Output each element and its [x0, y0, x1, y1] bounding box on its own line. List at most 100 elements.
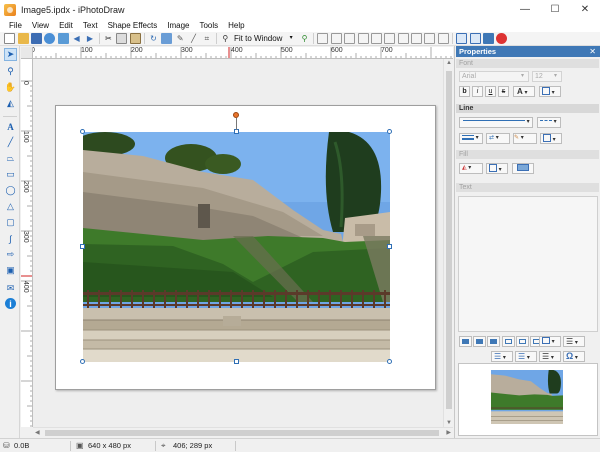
text-align-middle-center-icon[interactable]: [516, 336, 529, 347]
bold-button[interactable]: b: [459, 86, 470, 97]
menu-shape-effects[interactable]: Shape Effects: [103, 19, 163, 32]
font-color-dropdown[interactable]: A ▾: [513, 86, 535, 97]
preview-panel[interactable]: [458, 363, 598, 436]
scroll-up-icon[interactable]: ▲: [446, 60, 452, 66]
image-tool-icon[interactable]: ▣: [4, 264, 17, 277]
scroll-right-icon[interactable]: ▶: [446, 429, 451, 436]
text-frame-dropdown[interactable]: ▾: [539, 336, 561, 347]
drawing-canvas[interactable]: [33, 59, 453, 427]
rectangle-tool-icon[interactable]: ▭: [4, 168, 17, 181]
distribute-v-icon[interactable]: [411, 33, 423, 44]
align-bottom-icon[interactable]: [384, 33, 396, 44]
text-align-middle-left-icon[interactable]: [502, 336, 515, 347]
distribute-h-icon[interactable]: [397, 33, 409, 44]
resize-handle-right[interactable]: [387, 244, 392, 249]
line-dash-dropdown[interactable]: ▾: [537, 117, 561, 128]
resize-handle-top-left[interactable]: [80, 129, 85, 134]
flip-icon[interactable]: [161, 33, 173, 44]
vertical-scrollbar[interactable]: ▲ ▼: [443, 59, 453, 427]
delete-icon[interactable]: [496, 33, 508, 44]
rotation-handle[interactable]: [233, 112, 239, 118]
window-icon[interactable]: [482, 33, 494, 44]
brush-icon[interactable]: ╱: [188, 33, 199, 44]
curve-tool-icon[interactable]: ∫: [4, 232, 17, 245]
maximize-button[interactable]: ☐: [540, 0, 570, 19]
fill-pattern-dropdown[interactable]: ▾: [486, 163, 508, 174]
line-color-dropdown[interactable]: ✎ ▾: [513, 133, 537, 144]
ungroup-icon[interactable]: [469, 33, 481, 44]
menu-help[interactable]: Help: [223, 19, 249, 32]
rotate-icon[interactable]: ↻: [148, 33, 159, 44]
text-content-area[interactable]: [458, 196, 598, 332]
copy-icon[interactable]: [116, 33, 128, 44]
font-name-select[interactable]: Arial: [459, 71, 529, 82]
menu-file[interactable]: File: [4, 19, 27, 32]
font-size-select[interactable]: 12: [532, 71, 562, 82]
edit-icon[interactable]: ✎: [175, 33, 186, 44]
line-spacing-dropdown[interactable]: ☰ ▾: [491, 351, 513, 362]
text-align-top-left-icon[interactable]: [459, 336, 472, 347]
vertical-scroll-thumb[interactable]: [446, 71, 452, 409]
align-right-icon[interactable]: [344, 33, 356, 44]
menu-tools[interactable]: Tools: [194, 19, 223, 32]
resize-handle-left[interactable]: [80, 244, 85, 249]
text-list-dropdown[interactable]: ☰ ▾: [563, 336, 585, 347]
underline-button[interactable]: u: [485, 86, 496, 97]
horizontal-scrollbar[interactable]: ◀ ▶: [33, 427, 453, 437]
line-tool-icon[interactable]: ╱: [4, 136, 17, 149]
ellipse-tool-icon[interactable]: ◯: [4, 184, 17, 197]
resize-handle-bottom-left[interactable]: [80, 359, 85, 364]
align-center-icon[interactable]: [330, 33, 342, 44]
align-left-icon[interactable]: [317, 33, 329, 44]
text-align-top-center-icon[interactable]: [473, 336, 486, 347]
resize-handle-bottom[interactable]: [234, 359, 239, 364]
menu-view[interactable]: View: [27, 19, 54, 32]
polyline-tool-icon[interactable]: ⏢: [4, 152, 17, 165]
symbol-dropdown[interactable]: Ω ▾: [563, 351, 585, 362]
send-back-icon[interactable]: [437, 33, 449, 44]
redo-icon[interactable]: ▶: [84, 33, 95, 44]
menu-text[interactable]: Text: [78, 19, 103, 32]
group-icon[interactable]: [456, 33, 468, 44]
indent-dropdown[interactable]: ☰ ▾: [515, 351, 537, 362]
resize-handle-bottom-right[interactable]: [387, 359, 392, 364]
new-file-icon[interactable]: [4, 33, 16, 44]
resize-handle-top-right[interactable]: [387, 129, 392, 134]
menu-image[interactable]: Image: [162, 19, 194, 32]
font-size-arrow-icon[interactable]: ▾: [554, 72, 557, 79]
cut-icon[interactable]: ✂: [103, 33, 114, 44]
align-middle-icon[interactable]: [370, 33, 382, 44]
save-icon[interactable]: [30, 33, 42, 44]
arrow-shape-icon[interactable]: ⇨: [4, 248, 17, 261]
selected-photo[interactable]: [83, 132, 390, 362]
zoom-icon[interactable]: ⚲: [220, 33, 231, 44]
scroll-left-icon[interactable]: ◀: [35, 429, 40, 436]
zoom-dropdown[interactable]: Fit to Window: [234, 34, 282, 43]
triangle-tool-icon[interactable]: △: [4, 200, 17, 213]
fill-image-button[interactable]: [512, 163, 534, 174]
italic-button[interactable]: i: [472, 86, 483, 97]
fill-bucket-icon[interactable]: ◭: [4, 97, 17, 110]
text-align-top-right-icon[interactable]: [487, 336, 500, 347]
strike-button[interactable]: s: [498, 86, 509, 97]
pan-hand-icon[interactable]: ✋: [4, 81, 17, 94]
line-grid-dropdown[interactable]: ▾: [540, 133, 562, 144]
scroll-down-icon[interactable]: ▼: [446, 420, 452, 426]
bring-front-icon[interactable]: [424, 33, 436, 44]
horizontal-scroll-thumb[interactable]: [45, 430, 439, 436]
menu-edit[interactable]: Edit: [54, 19, 78, 32]
paragraph-dropdown[interactable]: ☰ ▾: [539, 351, 561, 362]
paste-icon[interactable]: [129, 33, 141, 44]
zoom-in-icon[interactable]: ⚲: [299, 33, 310, 44]
globe-icon[interactable]: [44, 33, 56, 44]
crop-icon[interactable]: ⌗: [201, 33, 212, 44]
align-top-icon[interactable]: [357, 33, 369, 44]
message-tool-icon[interactable]: ✉: [4, 282, 17, 295]
text-border-dropdown[interactable]: ▾: [539, 86, 561, 97]
arrow-style-dropdown[interactable]: ⇄ ▾: [486, 133, 510, 144]
zoom-dropdown-arrow-icon[interactable]: ▾: [286, 33, 297, 44]
callout-tool-icon[interactable]: ▢: [4, 216, 17, 229]
properties-close-icon[interactable]: ✕: [589, 46, 596, 57]
text-tool-icon[interactable]: A: [4, 120, 17, 133]
close-button[interactable]: ✕: [570, 0, 600, 19]
